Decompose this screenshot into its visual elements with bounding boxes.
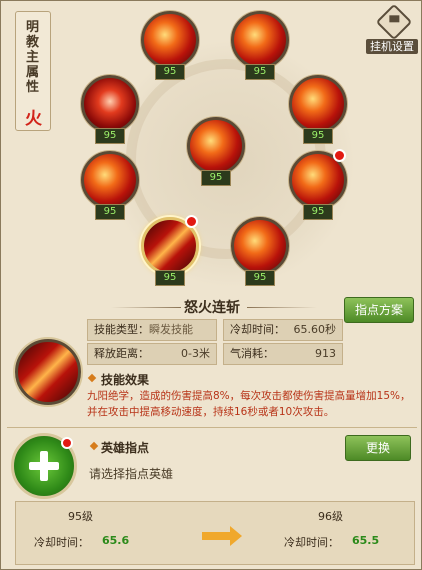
cast-range-label: 释放距离： [94, 347, 149, 360]
hero-guidance-title: 英雄指点 [101, 441, 150, 455]
skill-slot[interactable]: 95 [79, 73, 139, 151]
selected-skill-large-icon [15, 339, 81, 405]
fire-spikes-skill-icon [81, 151, 139, 209]
next-level: 96级 [318, 510, 343, 523]
skill-level: 95 [201, 170, 231, 186]
title-divider [247, 307, 317, 308]
section-divider [7, 427, 417, 428]
skill-slot[interactable]: 95 [287, 73, 347, 151]
cooldown-value: 65.60秒 [293, 323, 337, 336]
flame-blade-skill-icon [289, 75, 347, 133]
guidance-plan-button[interactable]: 指点方案 [344, 297, 414, 323]
skill-level: 95 [155, 270, 185, 286]
skill-type-cell: 技能类型：瞬发技能 [87, 319, 217, 341]
main-attribute-panel: 明教主属性 火 [15, 11, 51, 131]
cooldown-cell: 冷却时间： 65.60秒 [223, 319, 343, 341]
upgrade-arrow-icon [202, 526, 242, 546]
qi-cost-cell: 气消耗： 913 [223, 343, 343, 365]
skill-level: 95 [303, 204, 333, 220]
skill-slot[interactable]: 95 [287, 149, 347, 227]
skill-type-label: 技能类型：瞬发技能 [94, 323, 193, 336]
skill-slot[interactable]: 95 [229, 215, 289, 293]
fire-dragon-skill-icon [231, 11, 289, 69]
main-attribute-value: 火 [25, 109, 42, 129]
new-badge-dot [333, 149, 346, 162]
skill-effect-title: 技能效果 [101, 373, 150, 387]
new-badge-dot [185, 215, 198, 228]
swap-hero-button[interactable]: 更换 [345, 435, 411, 461]
skill-slot[interactable]: 95 [79, 149, 139, 227]
skill-slot[interactable]: 95 [139, 9, 199, 87]
hero-guidance-hint: 请选择指点英雄 [89, 467, 174, 481]
fire-skull-skill-icon [81, 75, 139, 133]
skill-slot-selected[interactable]: 95 [139, 215, 199, 293]
fire-warrior-skill-icon [187, 117, 245, 175]
qi-cost-label: 气消耗： [230, 347, 274, 360]
skill-level: 95 [95, 128, 125, 144]
current-cooldown-value: 65.6 [102, 534, 130, 547]
auto-battle-settings-label: 挂机设置 [366, 39, 418, 54]
skill-level: 95 [95, 204, 125, 220]
skill-slot[interactable]: 95 [185, 115, 245, 193]
plus-icon-vertical [40, 451, 48, 481]
next-cooldown-label: 冷却时间： [284, 536, 339, 549]
bullet-diamond-icon [87, 373, 97, 383]
skill-level: 95 [245, 64, 275, 80]
current-level: 95级 [68, 510, 93, 523]
skill-slot[interactable]: 95 [229, 9, 289, 87]
next-cooldown-value: 65.5 [352, 534, 380, 547]
monitor-icon [375, 3, 413, 41]
skill-wheel: 明教主属性 火 挂机设置 95 95 95 95 95 95 95 95 95 [1, 1, 421, 291]
skill-screen: 明教主属性 火 挂机设置 95 95 95 95 95 95 95 95 95 … [0, 0, 422, 570]
skill-level: 95 [245, 270, 275, 286]
qi-cost-value: 913 [315, 347, 336, 360]
skill-level: 95 [155, 64, 185, 80]
new-badge-dot [61, 437, 73, 449]
auto-battle-settings-button[interactable]: 挂机设置 [366, 3, 418, 57]
cast-range-cell: 释放距离： 0-3米 [87, 343, 217, 365]
fire-wave-skill-icon [141, 11, 199, 69]
level-comparison-panel: 95级 冷却时间： 65.6 96级 冷却时间： 65.5 [15, 501, 415, 565]
cast-range-value: 0-3米 [181, 347, 210, 360]
current-cooldown-label: 冷却时间： [34, 536, 89, 549]
main-attribute-title: 明教主属性 [26, 20, 40, 95]
skill-level: 95 [303, 128, 333, 144]
skill-effect-text: 九阳绝学，造成的伤害提高8%，每次攻击都使伤害提高量增加15%，并在攻击中提高移… [87, 390, 411, 418]
cooldown-label: 冷却时间： [230, 323, 285, 336]
fire-burst-skill-icon [231, 217, 289, 275]
